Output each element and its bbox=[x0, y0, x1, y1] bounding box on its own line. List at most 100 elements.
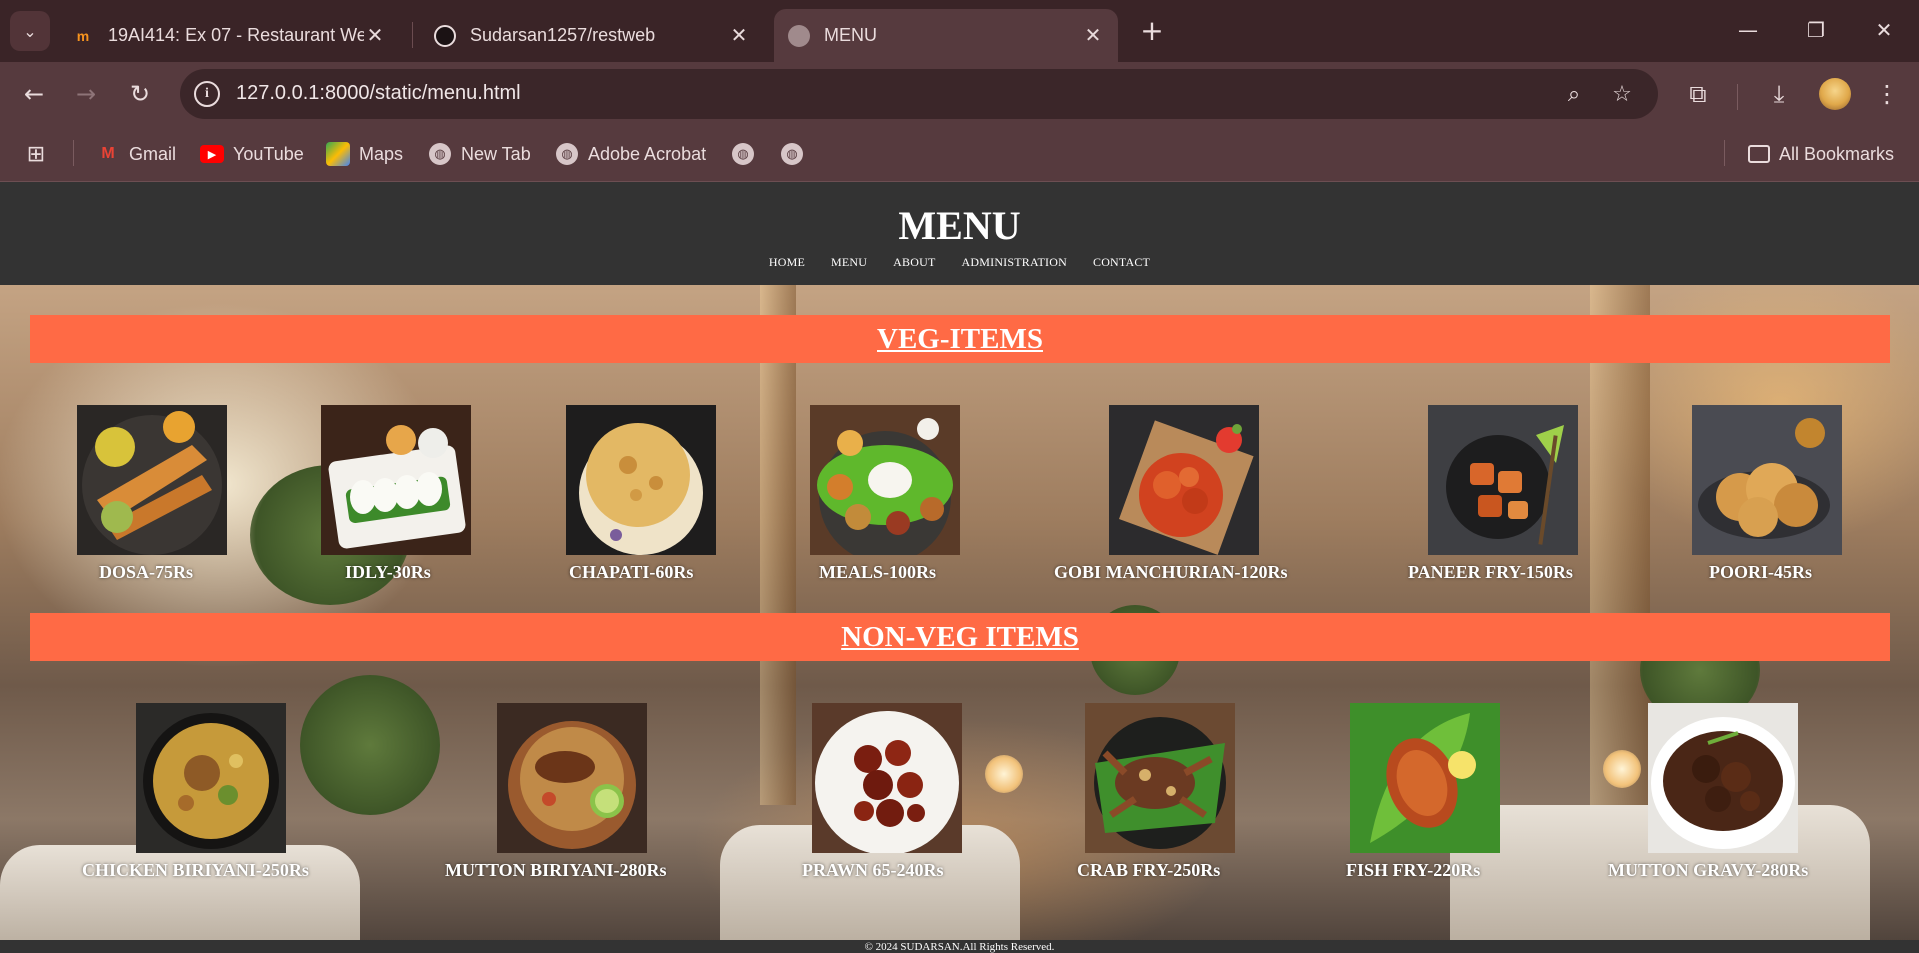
tab-separator bbox=[412, 22, 413, 48]
menu-item-label: CHAPATI-60Rs bbox=[569, 562, 694, 582]
idly-image bbox=[321, 405, 471, 555]
tab-title: MENU bbox=[824, 25, 877, 45]
menu-item-crab-fry[interactable]: CRAB FRY-250Rs bbox=[1077, 703, 1235, 880]
forward-icon[interactable]: → bbox=[66, 74, 106, 114]
bookmark-youtube[interactable]: ▶ YouTube bbox=[200, 138, 304, 170]
page-viewport: MENU HOME MENU ABOUT ADMINISTRATION CONT… bbox=[0, 182, 1919, 953]
bookmark-gmail[interactable]: M Gmail bbox=[96, 138, 176, 170]
decor-lamp bbox=[985, 755, 1023, 793]
menu-item-label: FISH FRY-220Rs bbox=[1346, 860, 1481, 880]
bookmarks-bar: ⊞ M Gmail ▶ YouTube Maps ◍ New Tab ◍ Ado… bbox=[0, 126, 1919, 182]
menu-item-idly[interactable]: IDLY-30Rs bbox=[321, 405, 471, 582]
menu-item-label: CHICKEN BIRIYANI-250Rs bbox=[82, 860, 309, 880]
nonveg-heading-text: NON-VEG ITEMS bbox=[841, 620, 1079, 653]
back-icon[interactable]: ← bbox=[14, 74, 54, 114]
menu-item-prawn-65[interactable]: PRAWN 65-240Rs bbox=[802, 703, 962, 880]
menu-item-gobi-manchurian[interactable]: GOBI MANCHURIAN-120Rs bbox=[1054, 405, 1288, 582]
menu-item-label: POORI-45Rs bbox=[1709, 562, 1812, 582]
site-nav: HOME MENU ABOUT ADMINISTRATION CONTACT bbox=[0, 255, 1919, 270]
site-header: MENU HOME MENU ABOUT ADMINISTRATION CONT… bbox=[0, 182, 1919, 285]
folder-icon bbox=[1748, 145, 1770, 163]
menu-item-label: PRAWN 65-240Rs bbox=[802, 860, 944, 880]
bookmark-maps[interactable]: Maps bbox=[326, 138, 403, 170]
close-icon[interactable]: ✕ bbox=[728, 23, 750, 48]
menu-item-label: IDLY-30Rs bbox=[345, 562, 431, 582]
globe-icon: ◍ bbox=[781, 143, 803, 165]
menu-item-meals[interactable]: MEALS-100Rs bbox=[810, 405, 960, 582]
chicken-biriyani-image bbox=[136, 703, 286, 853]
mutton-biriyani-image bbox=[497, 703, 647, 853]
menu-item-chicken-biriyani[interactable]: CHICKEN BIRIYANI-250Rs bbox=[82, 703, 309, 880]
menu-item-fish-fry[interactable]: FISH FRY-220Rs bbox=[1346, 703, 1500, 880]
nav-about-link[interactable]: ABOUT bbox=[893, 255, 935, 270]
all-bookmarks-button[interactable]: All Bookmarks bbox=[1748, 138, 1894, 170]
close-window-icon[interactable]: ✕ bbox=[1850, 8, 1918, 52]
nav-contact-link[interactable]: CONTACT bbox=[1093, 255, 1150, 270]
veg-heading-text: VEG-ITEMS bbox=[877, 322, 1043, 355]
restore-icon[interactable]: ❐ bbox=[1782, 8, 1850, 52]
bookmark-globe-1[interactable]: ◍ bbox=[732, 138, 754, 170]
menu-item-label: DOSA-75Rs bbox=[99, 562, 194, 582]
menu-item-label: GOBI MANCHURIAN-120Rs bbox=[1054, 562, 1288, 582]
decor-pillar bbox=[760, 285, 796, 805]
globe-icon: ◍ bbox=[556, 143, 578, 165]
menu-item-mutton-gravy[interactable]: MUTTON GRAVY-280Rs bbox=[1608, 703, 1808, 880]
apps-grid-icon[interactable]: ⊞ bbox=[24, 138, 57, 170]
star-icon[interactable]: ☆ bbox=[1606, 78, 1638, 110]
chevron-down-icon: ⌄ bbox=[23, 21, 37, 41]
nav-home-link[interactable]: HOME bbox=[769, 255, 805, 270]
tab-search-button[interactable]: ⌄ bbox=[10, 11, 50, 51]
kebab-menu-icon[interactable]: ⋮ bbox=[1869, 76, 1905, 112]
nav-menu-link[interactable]: MENU bbox=[831, 255, 867, 270]
profile-avatar[interactable] bbox=[1819, 78, 1851, 110]
globe-icon bbox=[788, 24, 810, 47]
menu-item-chapati[interactable]: CHAPATI-60Rs bbox=[566, 405, 716, 582]
bookmark-globe-2[interactable]: ◍ bbox=[781, 138, 803, 170]
browser-tab-strip: ⌄ m 19AI414: Ex 07 - Restaurant Wel ✕ Su… bbox=[0, 0, 1919, 62]
menu-item-dosa[interactable]: DOSA-75Rs bbox=[77, 405, 227, 582]
address-bar[interactable]: i 127.0.0.1:8000/static/menu.html ⌕ ☆ bbox=[180, 69, 1658, 119]
veg-section-heading: VEG-ITEMS bbox=[30, 315, 1890, 363]
maps-icon bbox=[326, 142, 350, 166]
moodle-icon: m bbox=[76, 27, 90, 44]
toolbar-separator bbox=[1737, 84, 1738, 110]
bookmark-new-tab[interactable]: ◍ New Tab bbox=[428, 138, 531, 170]
menu-item-label: MUTTON GRAVY-280Rs bbox=[1608, 860, 1809, 880]
paneer-fry-image bbox=[1428, 405, 1578, 555]
close-icon[interactable]: ✕ bbox=[1082, 23, 1104, 48]
tab-github-repo[interactable]: Sudarsan1257/restweb ✕ bbox=[420, 9, 764, 62]
menu-item-paneer-fry[interactable]: PANEER FRY-150Rs bbox=[1408, 405, 1578, 582]
page-title: MENU bbox=[898, 203, 1021, 248]
tab-menu[interactable]: MENU ✕ bbox=[774, 9, 1118, 62]
nav-administration-link[interactable]: ADMINISTRATION bbox=[962, 255, 1067, 270]
dosa-image bbox=[77, 405, 227, 555]
globe-icon: ◍ bbox=[732, 143, 754, 165]
close-icon[interactable]: ✕ bbox=[364, 23, 386, 48]
site-info-icon[interactable]: i bbox=[194, 81, 220, 107]
menu-item-mutton-biriyani[interactable]: MUTTON BIRIYANI-280Rs bbox=[445, 703, 667, 880]
decor-lamp bbox=[1603, 750, 1641, 788]
browser-toolbar: ← → ↻ i 127.0.0.1:8000/static/menu.html … bbox=[0, 62, 1919, 126]
mutton-gravy-image bbox=[1648, 703, 1798, 853]
download-icon[interactable]: ⤓ bbox=[1761, 76, 1797, 112]
new-tab-button[interactable]: + bbox=[1134, 12, 1170, 48]
reload-icon[interactable]: ↻ bbox=[120, 74, 160, 114]
globe-icon: ◍ bbox=[429, 143, 451, 165]
crab-fry-image bbox=[1085, 703, 1235, 853]
url-text[interactable]: 127.0.0.1:8000/static/menu.html bbox=[236, 82, 521, 105]
page-footer: © 2024 SUDARSAN.All Rights Reserved. bbox=[0, 940, 1919, 953]
bookmark-adobe-acrobat[interactable]: ◍ Adobe Acrobat bbox=[555, 138, 706, 170]
tab-restaurant-assignment[interactable]: m 19AI414: Ex 07 - Restaurant Wel ✕ bbox=[58, 9, 400, 62]
menu-item-label: PANEER FRY-150Rs bbox=[1408, 562, 1573, 582]
menu-item-poori[interactable]: POORI-45Rs bbox=[1692, 405, 1842, 582]
tab-title: Sudarsan1257/restweb bbox=[470, 25, 656, 45]
bookmark-separator bbox=[73, 140, 74, 166]
decor-plant bbox=[300, 675, 440, 815]
extensions-icon[interactable]: ⧉ bbox=[1680, 76, 1716, 112]
nonveg-section-heading: NON-VEG ITEMS bbox=[30, 613, 1890, 661]
zoom-icon[interactable]: ⌕ bbox=[1558, 78, 1590, 110]
github-icon bbox=[434, 24, 456, 47]
tab-title: 19AI414: Ex 07 - Restaurant Wel bbox=[108, 25, 364, 45]
youtube-icon: ▶ bbox=[200, 145, 224, 163]
minimize-icon[interactable]: — bbox=[1714, 8, 1782, 52]
